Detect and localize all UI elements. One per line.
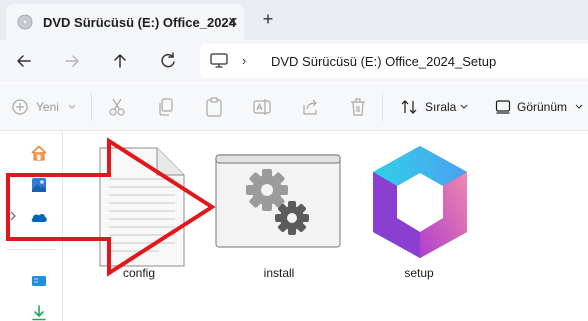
refresh-icon[interactable] — [157, 50, 179, 72]
new-tab-icon[interactable]: + — [258, 9, 278, 29]
breadcrumb-path[interactable]: DVD Sürücüsü (E:) Office_2024_Setup — [271, 54, 496, 69]
breadcrumb-chevron-icon[interactable]: › — [242, 53, 246, 68]
share-icon[interactable] — [301, 97, 319, 117]
gears-app-icon — [215, 154, 341, 248]
new-button[interactable]: Yeni — [12, 97, 80, 117]
chevron-right-icon[interactable] — [9, 211, 17, 221]
plus-circle-icon — [12, 99, 28, 115]
view-button[interactable]: Görünüm — [495, 97, 588, 117]
chevron-down-icon — [460, 104, 468, 109]
new-button-label: Yeni — [36, 100, 59, 114]
office-logo-icon — [373, 146, 467, 258]
chevron-down-icon — [575, 104, 583, 109]
file-item-setup[interactable] — [363, 140, 478, 260]
file-name-install[interactable]: install — [239, 266, 319, 280]
sort-arrows-icon — [401, 100, 417, 114]
gallery-icon[interactable] — [30, 176, 48, 194]
sort-button[interactable]: Sırala — [400, 97, 472, 117]
forward-arrow-icon[interactable] — [61, 50, 83, 72]
chevron-down-icon — [68, 104, 76, 109]
text-file-icon — [99, 147, 185, 267]
view-icon — [495, 100, 511, 114]
close-tab-icon[interactable]: ✕ — [224, 13, 242, 31]
tab-strip: DVD Sürücüsü (E:) Office_2024 ✕ + — [0, 0, 588, 40]
toolbar-divider — [382, 93, 383, 121]
file-item-install[interactable] — [213, 150, 343, 250]
view-button-label: Görünüm — [517, 100, 568, 114]
file-view: config install setup — [63, 132, 588, 321]
sort-button-label: Sırala — [425, 100, 457, 114]
back-arrow-icon[interactable] — [13, 50, 35, 72]
tab-active[interactable]: DVD Sürücüsü (E:) Office_2024 ✕ — [6, 4, 244, 40]
downloads-icon[interactable] — [30, 304, 48, 321]
computer-icon[interactable] — [210, 53, 228, 69]
up-arrow-icon[interactable] — [109, 50, 131, 72]
cut-icon[interactable] — [108, 97, 126, 117]
onedrive-icon[interactable] — [30, 208, 48, 226]
sidebar-divider — [6, 249, 56, 250]
copy-icon[interactable] — [157, 97, 175, 117]
home-icon[interactable] — [30, 144, 48, 162]
file-name-config[interactable]: config — [99, 266, 179, 280]
file-name-setup[interactable]: setup — [379, 266, 459, 280]
drive-icon[interactable] — [30, 272, 48, 290]
address-bar[interactable]: › DVD Sürücüsü (E:) Office_2024_Setup — [200, 44, 588, 78]
rename-icon[interactable] — [253, 97, 271, 117]
dvd-drive-icon — [17, 14, 33, 30]
delete-icon[interactable] — [349, 97, 367, 117]
tab-title: DVD Sürücüsü (E:) Office_2024 — [43, 15, 236, 30]
command-bar: Yeni Sırala Görünüm — [0, 83, 588, 131]
paste-icon[interactable] — [205, 97, 223, 117]
navigation-bar: › DVD Sürücüsü (E:) Office_2024_Setup — [0, 40, 588, 82]
toolbar-divider — [91, 93, 92, 121]
navigation-pane — [0, 132, 62, 321]
